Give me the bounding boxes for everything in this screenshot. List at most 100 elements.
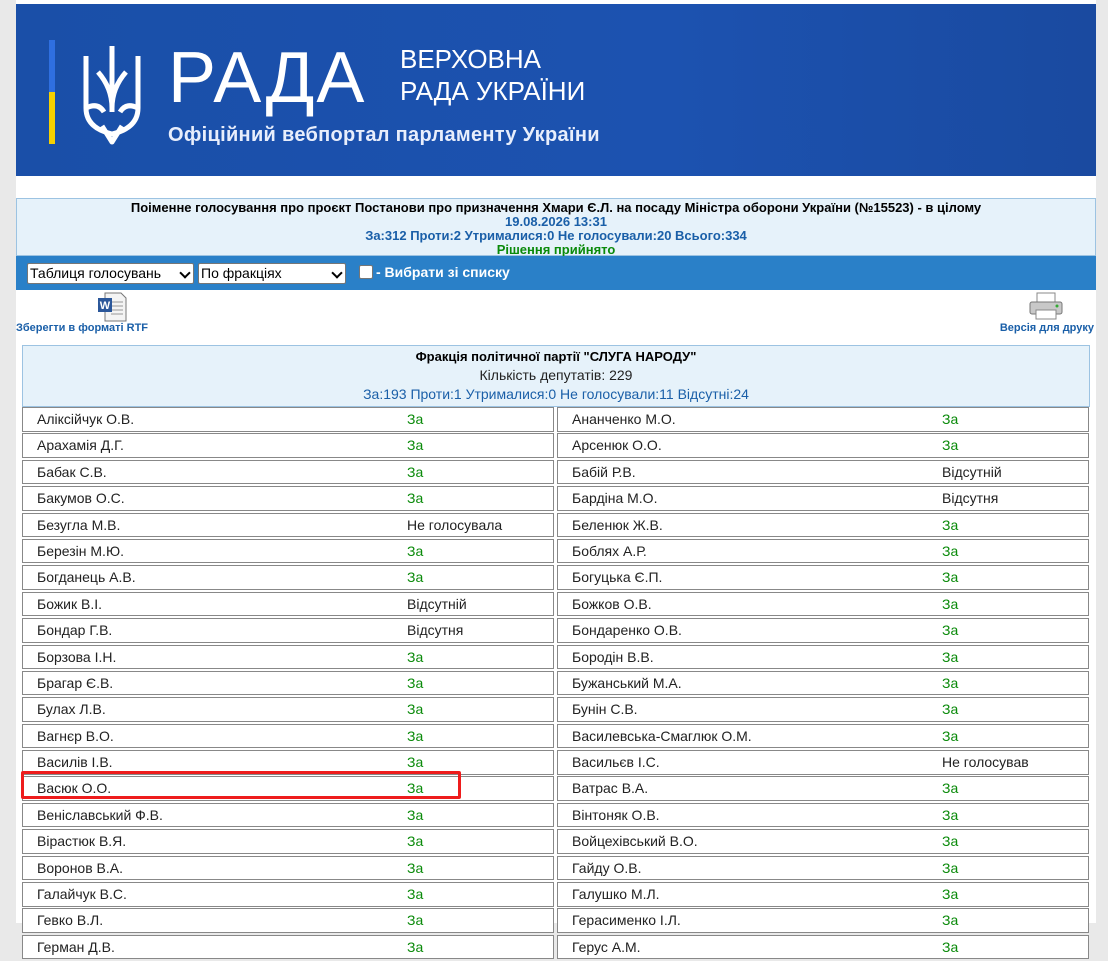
deputy-row: Герасименко І.Л. За: [557, 908, 1089, 933]
deputy-name: Борзова І.Н.: [37, 648, 117, 665]
deputy-name: Божков О.В.: [572, 595, 652, 612]
deputy-row: Борзова І.Н. За: [22, 644, 554, 670]
deputy-row: Бабій Р.В. Відсутній: [557, 459, 1089, 485]
deputy-vote: За: [942, 833, 959, 850]
deputy-vote: За: [407, 437, 424, 454]
deputy-row: Аліксійчук О.В. За: [22, 407, 554, 432]
deputy-name: Василів І.В.: [37, 754, 113, 771]
logo-subtitle-2: РАДА УКРАЇНИ: [400, 76, 586, 106]
deputy-vote: За: [942, 648, 959, 665]
choose-from-list-checkbox[interactable]: [359, 265, 373, 279]
word-document-icon: W: [98, 292, 127, 322]
deputy-name: Березін М.Ю.: [37, 542, 124, 559]
vote-summary: Поіменне голосування про проєкт Постанов…: [16, 198, 1096, 257]
deputy-vote: За: [407, 463, 424, 480]
deputy-row: Ананченко М.О. За: [557, 407, 1089, 432]
deputy-row: Вінтоняк О.В. За: [557, 802, 1089, 828]
deputy-row: Галушко М.Л. За: [557, 882, 1089, 907]
deputies-column-left: Аліксійчук О.В. За Арахамія Д.Г. За Бабак С.…: [22, 407, 554, 961]
view-select-value: Таблиця голосувань: [30, 265, 162, 281]
deputy-vote: За: [407, 490, 424, 507]
deputy-name: Василевська-Смаглюк О.М.: [572, 727, 752, 744]
deputy-name: Галушко М.Л.: [572, 886, 660, 903]
deputy-name: Галайчук В.С.: [37, 886, 127, 903]
deputy-row: Божик В.І. Відсутній: [22, 591, 554, 617]
group-select-value: По фракціях: [201, 265, 282, 281]
deputy-row: Брагар Є.В. За: [22, 670, 554, 696]
group-select[interactable]: По фракціях: [198, 263, 346, 284]
vote-result: Рішення прийнято: [496, 242, 616, 257]
deputy-vote: За: [407, 727, 424, 744]
deputy-name: Бородін В.В.: [572, 648, 654, 665]
deputy-name: Арахамія Д.Г.: [37, 437, 124, 454]
chevron-down-icon: [179, 267, 191, 279]
deputy-vote: За: [942, 938, 959, 955]
deputy-vote: За: [942, 622, 959, 639]
deputy-vote: Відсутня: [407, 622, 464, 639]
deputy-name: Бондар Г.В.: [37, 622, 113, 639]
deputy-name: Вінтоняк О.В.: [572, 806, 660, 823]
highlight-box: [21, 771, 461, 799]
print-version-label[interactable]: Версія для друку: [1000, 322, 1094, 334]
deputy-vote: Не голосувала: [407, 516, 503, 533]
faction-member-count: Кількість депутатів: 229: [479, 367, 633, 383]
deputy-vote: За: [942, 542, 959, 559]
deputy-name: Бабій Р.В.: [572, 463, 636, 480]
deputy-name: Аліксійчук О.В.: [37, 411, 135, 427]
deputy-row: Арсенюк О.О. За: [557, 433, 1089, 458]
deputy-name: Герман Д.В.: [37, 938, 115, 955]
deputy-name: Вагнєр В.О.: [37, 727, 114, 744]
deputy-vote: За: [407, 542, 424, 559]
save-rtf-label[interactable]: Зберегти в форматі RTF: [16, 322, 148, 334]
choose-from-list-label[interactable]: - Вибрати зі списку: [376, 264, 510, 280]
deputy-vote: За: [407, 754, 424, 771]
deputy-vote: За: [407, 806, 424, 823]
svg-text:W: W: [100, 300, 111, 312]
chevron-down-icon: [331, 267, 343, 279]
deputy-row: Вірастюк В.Я. За: [22, 829, 554, 854]
deputy-name: Брагар Є.В.: [37, 674, 114, 691]
deputy-name: Боблях А.Р.: [572, 542, 647, 559]
save-rtf-link[interactable]: W Зберегти в форматі RTF: [16, 292, 156, 334]
deputy-vote: За: [407, 886, 424, 903]
deputies-column-right: Ананченко М.О. За Арсенюк О.О. За Бабій Р.В.…: [557, 407, 1089, 961]
vote-datetime: 19.08.2026 13:31: [505, 214, 607, 229]
deputy-name: Вірастюк В.Я.: [37, 833, 127, 850]
deputy-vote: Відсутня: [942, 490, 999, 507]
deputy-row: Бабак С.В. За: [22, 459, 554, 485]
deputy-row: Вагнєр В.О. За: [22, 723, 554, 749]
deputy-vote: За: [407, 411, 424, 427]
deputy-name: Гайду О.В.: [572, 859, 642, 876]
deputy-vote: За: [407, 938, 424, 955]
deputy-vote: За: [942, 411, 959, 427]
deputy-row: Галайчук В.С. За: [22, 882, 554, 907]
deputy-name: Веніславський Ф.В.: [37, 806, 163, 823]
view-select[interactable]: Таблиця голосувань: [27, 263, 194, 284]
deputy-vote: За: [942, 859, 959, 876]
vote-stats: За:312 Проти:2 Утрималися:0 Не голосувал…: [365, 228, 747, 243]
deputy-name: Гевко В.Л.: [37, 912, 104, 929]
deputy-row: Булах Л.В. За: [22, 697, 554, 722]
deputy-vote: За: [942, 516, 959, 533]
deputy-name: Войцехівський В.О.: [572, 833, 698, 850]
deputy-row: Гайду О.В. За: [557, 855, 1089, 881]
deputy-vote: За: [407, 859, 424, 876]
deputy-row: Бондар Г.В. Відсутня: [22, 618, 554, 643]
logo-text[interactable]: РАДА: [168, 32, 366, 124]
trident-logo-icon[interactable]: [78, 42, 146, 146]
deputy-row: Васильєв І.С. Не голосував: [557, 750, 1089, 775]
deputy-name: Бунін С.В.: [572, 701, 638, 718]
faction-name: Фракція політичної партії "СЛУГА НАРОДУ": [415, 349, 697, 364]
deputy-name: Васильєв І.С.: [572, 754, 660, 771]
deputy-row: Богданець А.В. За: [22, 565, 554, 590]
deputy-vote: За: [942, 806, 959, 823]
deputy-row: Бородін В.В. За: [557, 644, 1089, 670]
printer-icon: [1029, 292, 1063, 320]
deputy-name: Бардіна М.О.: [572, 490, 658, 507]
faction-stats: За:193 Проти:1 Утрималися:0 Не голосувал…: [363, 386, 749, 402]
deputy-vote: Відсутній: [407, 595, 467, 612]
deputy-vote: За: [407, 912, 424, 929]
deputy-name: Богуцька Є.П.: [572, 569, 663, 586]
deputy-vote: За: [942, 780, 959, 797]
vote-title: Поіменне голосування про проєкт Постанов…: [130, 200, 982, 215]
